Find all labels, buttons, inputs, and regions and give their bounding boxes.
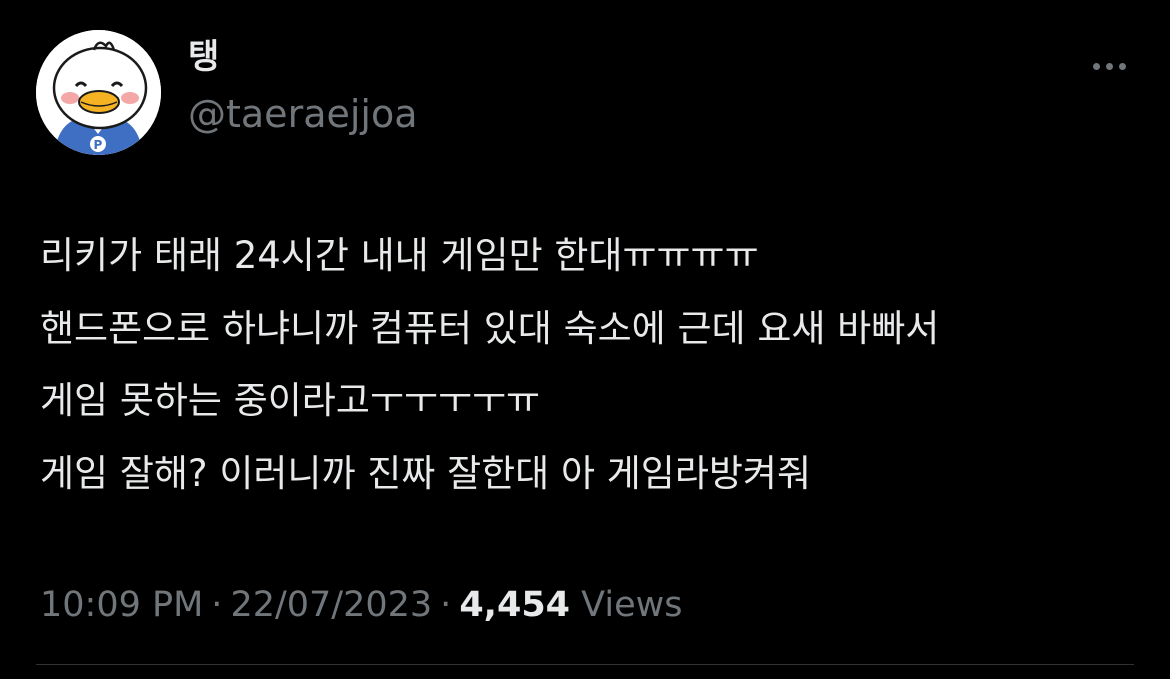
tweet-date[interactable]: 22/07/2023 [230, 585, 432, 625]
tweet-text: 리키가 태래 24시간 내내 게임만 한대ㅠㅠㅠㅠ 핸드폰으로 하냐니까 컴퓨터… [40, 220, 1140, 510]
author-display-name[interactable]: 탱 [188, 40, 219, 74]
tweet: P 탱 @taeraejjoa 리키가 태래 24시간 내내 게임만 한대ㅠㅠㅠ… [0, 0, 1170, 679]
tweet-text-line: 게임 잘해? 이러니까 진짜 잘한대 아 게임라방켜줘 [40, 451, 812, 495]
author-avatar[interactable]: P [36, 30, 161, 155]
more-options-icon [1092, 62, 1100, 70]
tweet-text-line: 게임 못하는 중이라고ㅜㅜㅜㅜㅠ [40, 379, 541, 422]
meta-separator: · [211, 585, 223, 625]
views-count[interactable]: 4,454 [459, 585, 570, 625]
views-label: Views [581, 585, 683, 625]
tweet-time[interactable]: 10:09 PM [40, 585, 203, 625]
tweet-meta: 10:09 PM · 22/07/2023 · 4,454 Views [40, 580, 682, 630]
more-options-icon [1105, 62, 1113, 70]
duck-avatar-icon: P [36, 30, 161, 155]
meta-separator: · [440, 585, 452, 625]
svg-text:P: P [94, 138, 103, 152]
more-options-button[interactable] [1082, 50, 1136, 82]
more-options-icon [1118, 62, 1126, 70]
author-handle[interactable]: @taeraejjoa [188, 93, 418, 136]
tweet-text-line: 핸드폰으로 하냐니까 컴퓨터 있대 숙소에 근데 요새 바빠서 [40, 306, 940, 350]
tweet-text-line: 리키가 태래 24시간 내내 게임만 한대ㅠㅠㅠㅠ [40, 234, 759, 277]
divider [36, 664, 1134, 665]
